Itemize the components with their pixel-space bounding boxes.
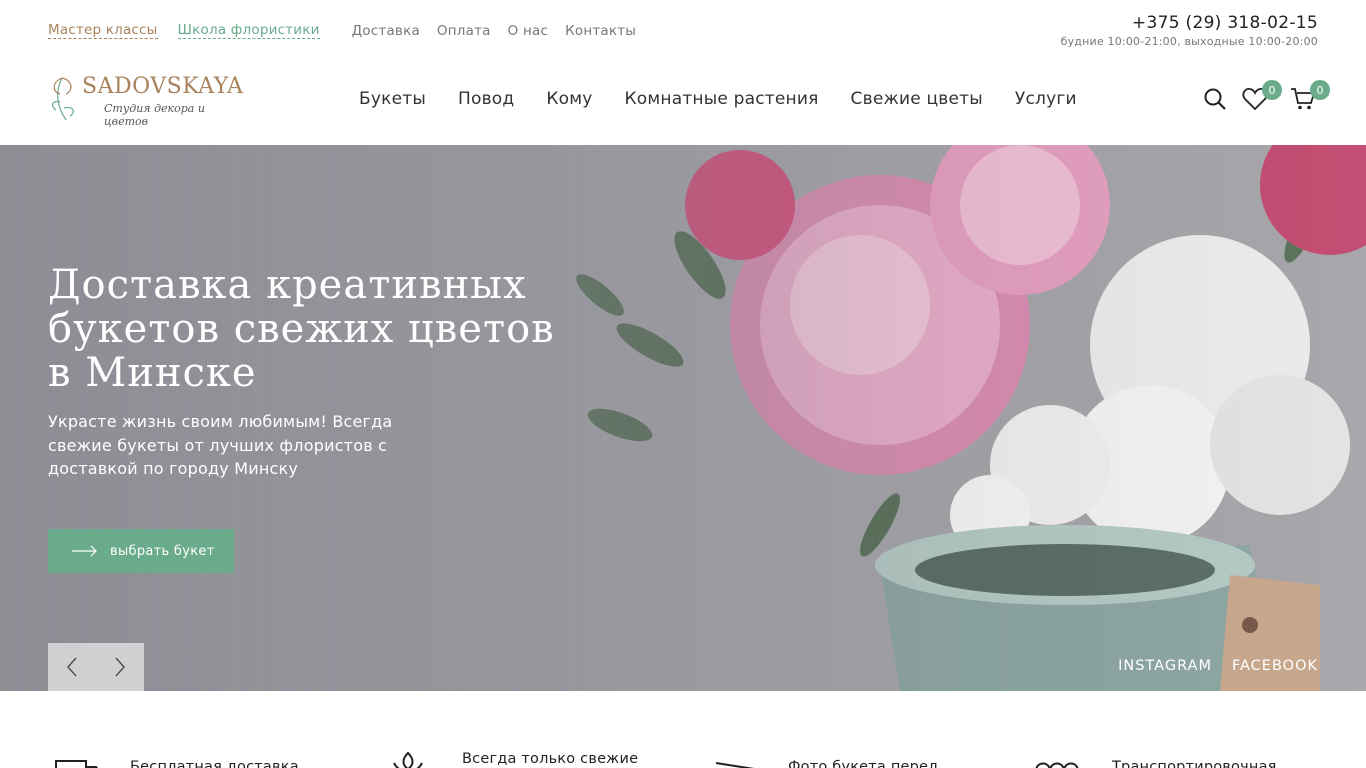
social-links: INSTAGRAM FACEBOOK bbox=[1098, 658, 1318, 674]
nav-item-recipient[interactable]: Кому bbox=[546, 89, 592, 109]
hero-slider: Доставка креативных букетов свежих цвето… bbox=[0, 145, 1366, 691]
feature-label: Фото букета перед bbox=[788, 759, 939, 768]
wrapping-icon bbox=[1035, 762, 1079, 768]
top-links: Мастер классы Школа флористики Доставка … bbox=[48, 22, 653, 39]
feature-label: Всегда только свежие bbox=[462, 751, 639, 767]
nav-item-services[interactable]: Услуги bbox=[1015, 89, 1077, 109]
choose-bouquet-label: выбрать букет bbox=[110, 543, 215, 559]
contact-block: +375 (29) 318-02-15 будние 10:00-21:00, … bbox=[1061, 13, 1318, 48]
slider-next-button[interactable] bbox=[96, 643, 144, 691]
top-link-payment[interactable]: Оплата bbox=[437, 23, 491, 39]
feature-item: Транспортировочная bbox=[1030, 757, 1277, 768]
hero-title: Доставка креативных букетов свежих цвето… bbox=[48, 262, 555, 396]
main-nav: Букеты Повод Кому Комнатные растения Све… bbox=[359, 89, 1109, 109]
logo-name: SADOVSKAYA bbox=[82, 74, 244, 99]
arrow-right-icon bbox=[72, 545, 97, 557]
photo-card-icon bbox=[715, 762, 755, 768]
favorites-count-badge: 0 bbox=[1262, 80, 1282, 100]
flower-icon bbox=[393, 751, 423, 768]
nav-item-house-plants[interactable]: Комнатные растения bbox=[625, 89, 819, 109]
logo[interactable]: SADOVSKAYA Студия декора и цветов bbox=[48, 70, 248, 128]
top-link-delivery[interactable]: Доставка bbox=[352, 23, 420, 39]
logo-tagline: Студия декора и цветов bbox=[104, 102, 205, 128]
nav-item-bouquets[interactable]: Букеты bbox=[359, 89, 426, 109]
delivery-truck-icon bbox=[55, 760, 98, 768]
feature-label: Транспортировочная bbox=[1112, 759, 1277, 768]
feature-item: Всегда только свежие bbox=[380, 749, 638, 768]
nav-item-fresh-flowers[interactable]: Свежие цветы bbox=[851, 89, 983, 109]
working-hours: будние 10:00-21:00, выходные 10:00-20:00 bbox=[1060, 35, 1318, 48]
social-link-instagram[interactable]: INSTAGRAM bbox=[1118, 658, 1212, 674]
favorites-button[interactable]: 0 bbox=[1240, 80, 1282, 114]
nav-item-occasion[interactable]: Повод bbox=[458, 89, 514, 109]
social-link-facebook[interactable]: FACEBOOK bbox=[1232, 658, 1318, 674]
header-icons: 0 0 bbox=[1200, 80, 1330, 114]
choose-bouquet-button[interactable]: выбрать букет bbox=[48, 529, 234, 573]
top-link-about[interactable]: О нас bbox=[508, 23, 548, 39]
top-link-contacts[interactable]: Контакты bbox=[565, 23, 636, 39]
search-icon bbox=[1204, 88, 1226, 110]
chevron-left-icon bbox=[66, 657, 77, 677]
feature-item: Фото букета перед bbox=[706, 757, 938, 768]
top-link-master-classes[interactable]: Мастер классы bbox=[48, 22, 158, 39]
hero-subtitle: Украсте жизнь своим любимым! Всегда свеж… bbox=[48, 412, 393, 478]
slider-prev-button[interactable] bbox=[48, 643, 96, 691]
feature-label: Бесплатная доставка bbox=[130, 759, 299, 768]
search-button[interactable] bbox=[1200, 84, 1230, 114]
features-row: Бесплатная доставка Всегда только свежие… bbox=[0, 691, 1366, 768]
top-link-floristry-school[interactable]: Школа флористики bbox=[177, 22, 320, 39]
slider-controls bbox=[48, 643, 144, 691]
feature-item: Бесплатная доставка bbox=[48, 757, 299, 768]
cart-count-badge: 0 bbox=[1310, 80, 1330, 100]
logo-flower-icon bbox=[51, 77, 74, 121]
cart-button[interactable]: 0 bbox=[1288, 80, 1330, 114]
phone-number[interactable]: +375 (29) 318-02-15 bbox=[1061, 13, 1318, 33]
chevron-right-icon bbox=[115, 657, 126, 677]
top-bar: Мастер классы Школа флористики Доставка … bbox=[0, 0, 1366, 62]
